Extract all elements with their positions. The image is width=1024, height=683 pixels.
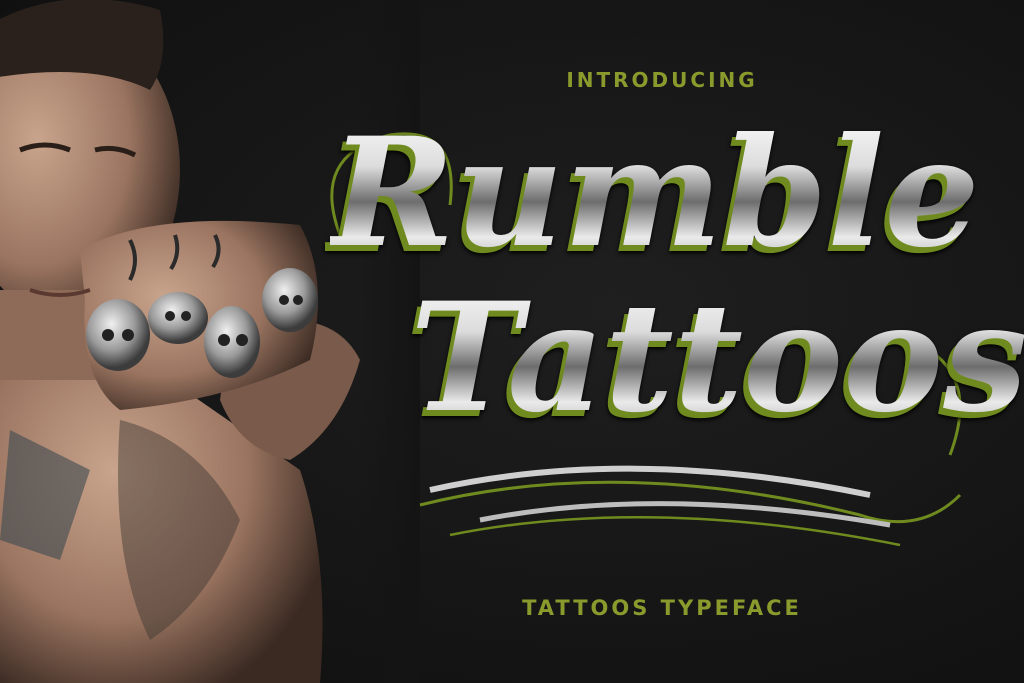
title-word-rumble: Rumble bbox=[330, 105, 980, 281]
title-lockup: Rumble Tattoos bbox=[300, 95, 1024, 575]
title-word-tattoos: Tattoos bbox=[410, 270, 1024, 446]
poster-canvas: INTRODUCING Rumble Tattoos TATTOOS TYPEF… bbox=[0, 0, 1024, 683]
typeface-subtitle: TATTOOS TYPEFACE bbox=[522, 596, 802, 620]
introducing-label: INTRODUCING bbox=[566, 68, 758, 92]
